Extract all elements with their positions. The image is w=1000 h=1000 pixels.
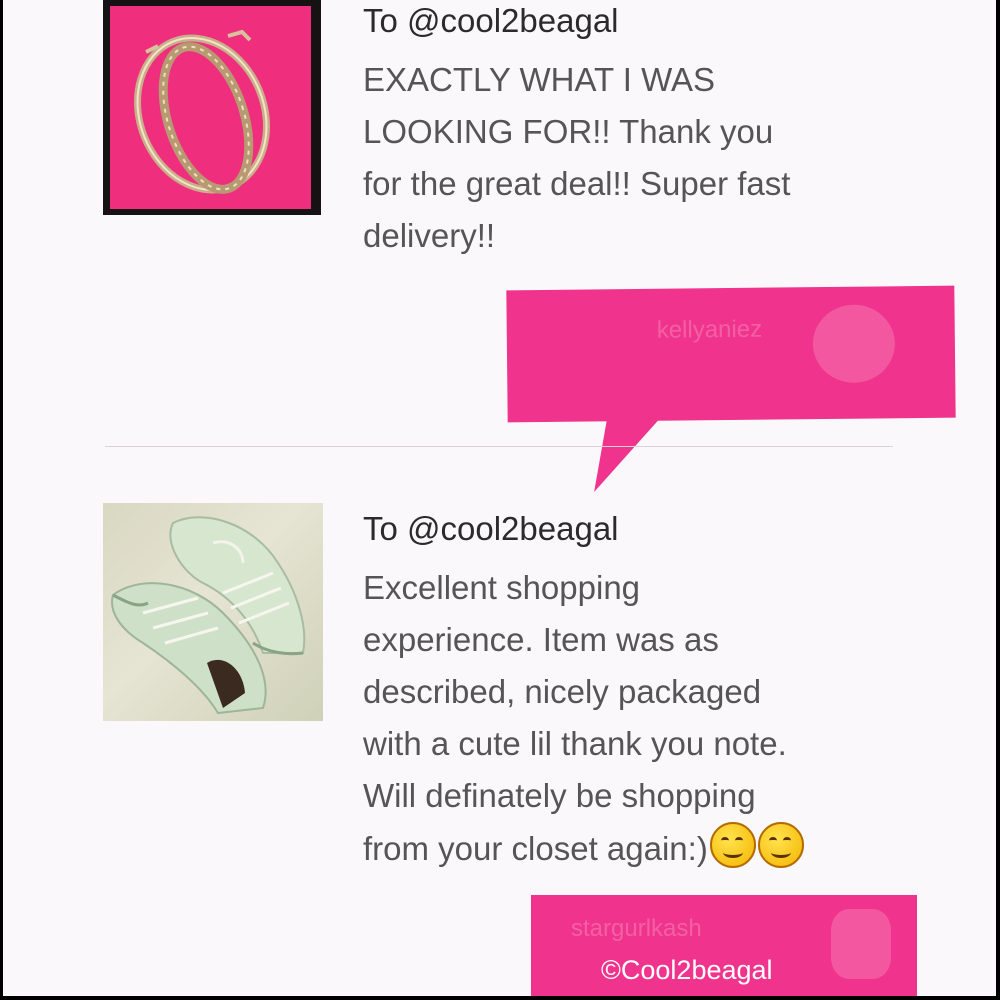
review-1-line: LOOKING FOR!! Thank you — [363, 113, 774, 150]
review-1-line: for the great deal!! Super fast — [363, 165, 791, 202]
review-2-line: with a cute lil thank you note. — [363, 725, 787, 762]
review-2-line: Will definately be shopping — [363, 777, 756, 814]
review-2-line: Excellent shopping — [363, 569, 641, 606]
review-2-line: from your closet again:) — [363, 830, 708, 867]
review-2-text: Excellent shopping experience. Item was … — [363, 562, 923, 875]
review-1-badge-username: kellyaniez — [656, 315, 763, 344]
review-2-badge-avatar — [831, 909, 891, 979]
review-2-line: described, nicely packaged — [363, 673, 762, 710]
speech-bubble-tail — [594, 414, 664, 492]
review-divider — [105, 446, 893, 447]
review-1-redacted-badge: kellyaniez — [506, 285, 956, 423]
review-1-thumbnail[interactable] — [103, 0, 321, 215]
review-2-thumbnail[interactable] — [103, 503, 323, 721]
smiling-face-emoji-icon — [709, 822, 756, 868]
review-1-line: EXACTLY WHAT I WAS — [363, 61, 716, 98]
review-2-recipient[interactable]: To @cool2beagal — [363, 510, 619, 548]
smiling-face-emoji-icon — [757, 822, 804, 868]
hoop-earrings-icon — [134, 29, 270, 194]
review-1-text: EXACTLY WHAT I WAS LOOKING FOR!! Thank y… — [363, 54, 923, 262]
review-2-line: experience. Item was as — [363, 621, 719, 658]
hoop-earrings-photo — [110, 6, 311, 209]
watermark: ©Cool2beagal — [601, 955, 773, 985]
review-2-last-line: from your closet again:) — [363, 822, 923, 875]
review-1-badge-avatar — [812, 304, 896, 384]
review-1-recipient[interactable]: To @cool2beagal — [363, 2, 619, 40]
review-2-badge-username: stargurlkash — [571, 915, 702, 942]
sneakers-photo — [111, 516, 306, 715]
review-1-line: delivery!! — [363, 217, 496, 254]
feedback-screen: To @cool2beagal EXACTLY WHAT I WAS LOOKI… — [3, 0, 996, 996]
